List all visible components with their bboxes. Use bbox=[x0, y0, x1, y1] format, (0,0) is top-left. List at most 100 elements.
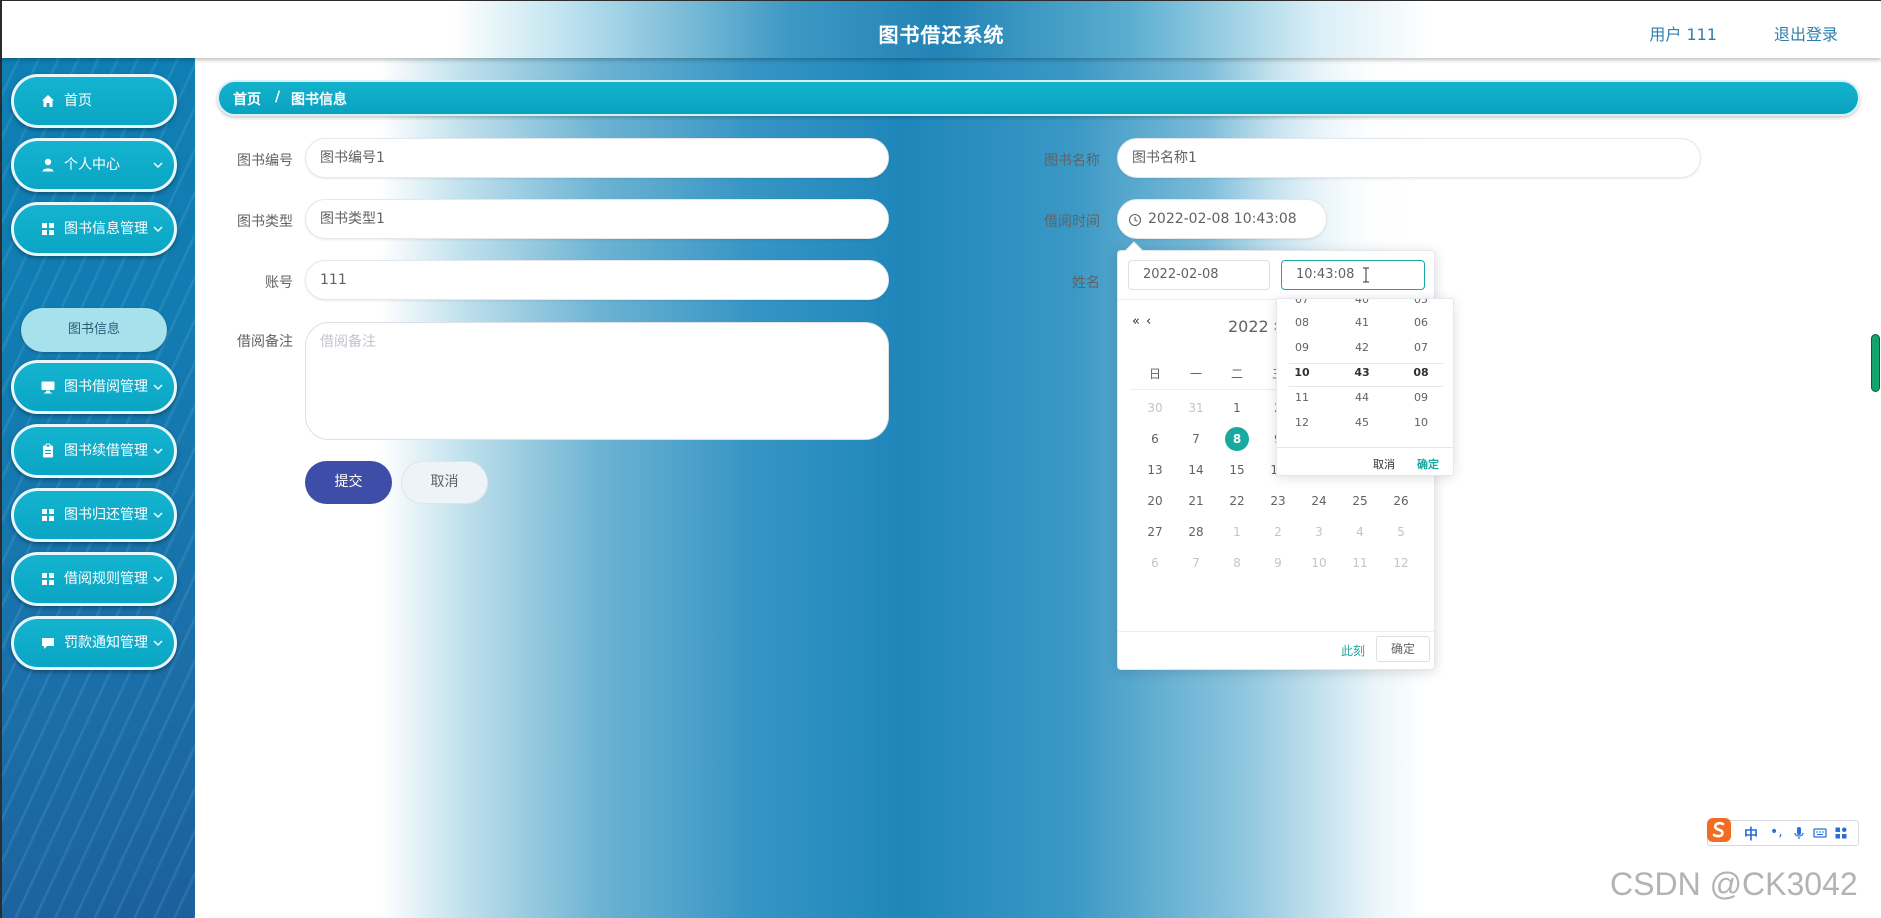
sidebar-item-personal-center[interactable]: 个人中心 bbox=[11, 138, 177, 192]
hour-option[interactable]: 09 bbox=[1277, 341, 1327, 354]
calendar-day-selected[interactable]: 8 bbox=[1222, 424, 1252, 454]
remark-textarea[interactable]: 借阅备注 bbox=[305, 322, 889, 440]
borrow-time-input[interactable]: 2022-02-08 10:43:08 bbox=[1117, 199, 1327, 239]
calendar-day[interactable]: 21 bbox=[1181, 486, 1211, 516]
calendar-day[interactable]: 26 bbox=[1386, 486, 1416, 516]
scroll-indicator[interactable] bbox=[1871, 334, 1880, 392]
calendar-day[interactable]: 20 bbox=[1140, 486, 1170, 516]
keyboard-icon[interactable] bbox=[1813, 826, 1827, 840]
calendar-day-number: 14 bbox=[1188, 463, 1204, 477]
time-spinner: 07 08 09 10 11 12 40 41 42 43 44 45 05 0… bbox=[1276, 298, 1454, 476]
calendar-day[interactable]: 30 bbox=[1140, 393, 1170, 423]
calendar-day[interactable]: 22 bbox=[1222, 486, 1252, 516]
calendar-day[interactable]: 7 bbox=[1181, 424, 1211, 454]
logout-link[interactable]: 退出登录 bbox=[1774, 21, 1838, 45]
calendar-day-number: 23 bbox=[1270, 494, 1286, 508]
calendar-day-number: 15 bbox=[1229, 463, 1245, 477]
calendar-day[interactable]: 5 bbox=[1386, 517, 1416, 547]
submenu-item-book-info[interactable]: 图书信息 bbox=[21, 308, 167, 352]
sidebar-item-borrow-rules-management[interactable]: 借阅规则管理 bbox=[11, 552, 177, 606]
sidebar-item-renew-management[interactable]: 图书续借管理 bbox=[11, 424, 177, 478]
minute-option[interactable]: 41 bbox=[1337, 316, 1387, 329]
hour-option[interactable]: 07 bbox=[1277, 299, 1327, 306]
account-input[interactable]: 111 bbox=[305, 260, 889, 300]
spinner-cancel-button[interactable]: 取消 bbox=[1373, 456, 1395, 472]
ime-punctuation-toggle[interactable]: •, bbox=[1770, 824, 1783, 840]
breadcrumb: 首页 / 图书信息 bbox=[217, 80, 1860, 116]
spinner-confirm-button[interactable]: 确定 bbox=[1417, 456, 1439, 472]
minute-option[interactable]: 42 bbox=[1337, 341, 1387, 354]
picker-date-input[interactable]: 2022-02-08 bbox=[1128, 260, 1270, 290]
hour-option[interactable]: 12 bbox=[1277, 416, 1327, 429]
calendar-day-number: 4 bbox=[1356, 525, 1364, 539]
book-type-input[interactable]: 图书类型1 bbox=[305, 199, 889, 239]
calendar-day-number: 31 bbox=[1188, 401, 1204, 415]
calendar-day[interactable]: 7 bbox=[1181, 548, 1211, 578]
calendar-day[interactable]: 25 bbox=[1345, 486, 1375, 516]
calendar-day[interactable]: 13 bbox=[1140, 455, 1170, 485]
calendar-day[interactable]: 12 bbox=[1386, 548, 1416, 578]
calendar-day[interactable]: 6 bbox=[1140, 424, 1170, 454]
user-icon bbox=[42, 158, 54, 172]
sidebar-item-home[interactable]: 首页 bbox=[11, 74, 177, 128]
calendar-day[interactable]: 10 bbox=[1304, 548, 1334, 578]
calendar-day[interactable]: 9 bbox=[1263, 548, 1293, 578]
calendar-day[interactable]: 23 bbox=[1263, 486, 1293, 516]
calendar-day[interactable]: 24 bbox=[1304, 486, 1334, 516]
calendar-day[interactable]: 14 bbox=[1181, 455, 1211, 485]
second-option[interactable]: 05 bbox=[1396, 299, 1446, 306]
second-option[interactable]: 07 bbox=[1396, 341, 1446, 354]
calendar-day[interactable]: 1 bbox=[1222, 393, 1252, 423]
minute-column[interactable]: 40 41 42 43 44 45 bbox=[1337, 299, 1387, 447]
picker-time-value: 10:43:08 bbox=[1296, 267, 1355, 282]
cancel-button[interactable]: 取消 bbox=[401, 461, 488, 504]
hour-option[interactable]: 08 bbox=[1277, 316, 1327, 329]
calendar-day[interactable]: 4 bbox=[1345, 517, 1375, 547]
calendar-day[interactable]: 6 bbox=[1140, 548, 1170, 578]
calendar-day[interactable]: 11 bbox=[1345, 548, 1375, 578]
second-option[interactable]: 06 bbox=[1396, 316, 1446, 329]
submit-button[interactable]: 提交 bbox=[305, 461, 392, 504]
calendar-day[interactable]: 15 bbox=[1222, 455, 1252, 485]
toolbox-icon[interactable] bbox=[1834, 826, 1848, 840]
breadcrumb-home-link[interactable]: 首页 bbox=[233, 89, 261, 109]
second-option-selected[interactable]: 08 bbox=[1396, 366, 1446, 379]
ime-language-toggle[interactable]: 中 bbox=[1744, 824, 1758, 844]
prev-year-button[interactable]: « bbox=[1132, 314, 1140, 329]
calendar-day[interactable]: 27 bbox=[1140, 517, 1170, 547]
calendar-day[interactable]: 2 bbox=[1263, 517, 1293, 547]
microphone-icon[interactable] bbox=[1792, 826, 1806, 840]
second-option[interactable]: 09 bbox=[1396, 391, 1446, 404]
minute-option[interactable]: 45 bbox=[1337, 416, 1387, 429]
second-column[interactable]: 05 06 07 08 09 10 bbox=[1396, 299, 1446, 447]
sidebar-item-book-info-management[interactable]: 图书信息管理 bbox=[11, 202, 177, 256]
sidebar-item-return-management[interactable]: 图书归还管理 bbox=[11, 488, 177, 542]
watermark: CSDN @CK3042 bbox=[1610, 866, 1858, 902]
sogou-logo-icon[interactable] bbox=[1704, 815, 1734, 845]
picker-time-input[interactable]: 10:43:08 bbox=[1281, 260, 1425, 290]
picker-confirm-button[interactable]: 确定 bbox=[1376, 636, 1430, 662]
calendar-day[interactable]: 28 bbox=[1181, 517, 1211, 547]
hour-option-selected[interactable]: 10 bbox=[1277, 366, 1327, 379]
calendar-day[interactable]: 3 bbox=[1304, 517, 1334, 547]
hour-column[interactable]: 07 08 09 10 11 12 bbox=[1277, 299, 1327, 447]
prev-month-button[interactable]: ‹ bbox=[1146, 314, 1151, 329]
sidebar-item-fine-notice-management[interactable]: 罚款通知管理 bbox=[11, 616, 177, 670]
chat-icon bbox=[42, 638, 54, 649]
minute-option[interactable]: 44 bbox=[1337, 391, 1387, 404]
book-name-input[interactable]: 图书名称1 bbox=[1117, 138, 1701, 178]
minute-option[interactable]: 40 bbox=[1337, 299, 1387, 306]
minute-option-selected[interactable]: 43 bbox=[1337, 366, 1387, 379]
book-no-input[interactable]: 图书编号1 bbox=[305, 138, 889, 178]
calendar-day[interactable]: 8 bbox=[1222, 548, 1252, 578]
home-icon bbox=[42, 95, 54, 107]
hour-option[interactable]: 11 bbox=[1277, 391, 1327, 404]
book-name-label: 图书名称 bbox=[1044, 153, 1100, 169]
now-button[interactable]: 此刻 bbox=[1341, 642, 1365, 659]
calendar-day-number: 12 bbox=[1393, 556, 1409, 570]
calendar-day[interactable]: 1 bbox=[1222, 517, 1252, 547]
calendar-day-number: 2 bbox=[1274, 525, 1282, 539]
sidebar-item-borrow-management[interactable]: 图书借阅管理 bbox=[11, 360, 177, 414]
calendar-day[interactable]: 31 bbox=[1181, 393, 1211, 423]
second-option[interactable]: 10 bbox=[1396, 416, 1446, 429]
